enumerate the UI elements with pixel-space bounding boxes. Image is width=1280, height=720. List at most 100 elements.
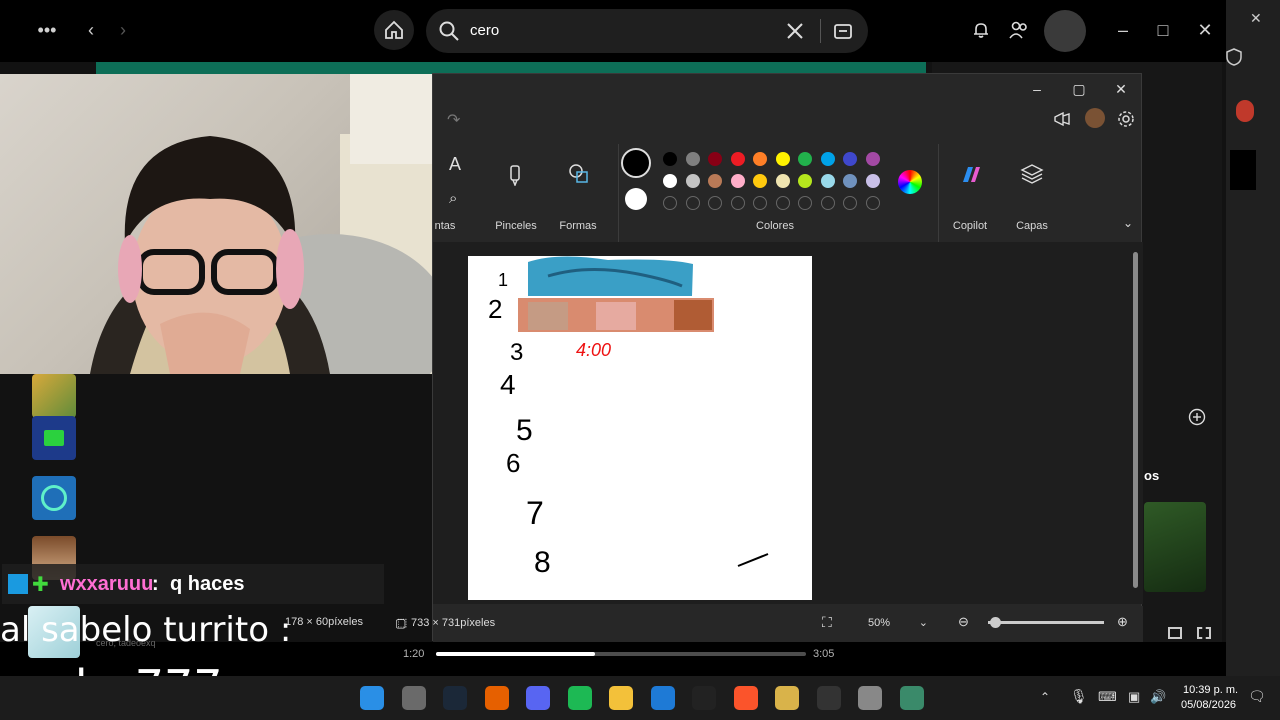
browser-globe-icon[interactable] xyxy=(899,686,924,710)
maximize-icon[interactable]: ▢ xyxy=(1059,76,1099,102)
color-swatch[interactable] xyxy=(685,174,700,188)
fit-screen-icon[interactable]: ⛶ xyxy=(822,614,832,631)
webcam-image xyxy=(90,74,432,374)
shield-icon[interactable] xyxy=(1226,48,1242,66)
notifications-icon[interactable]: 🗨 xyxy=(1248,688,1266,705)
zoom-in-icon[interactable]: ⊕ xyxy=(1117,614,1128,630)
empty-color-slot[interactable] xyxy=(798,196,812,210)
firefox-icon[interactable] xyxy=(484,686,509,710)
minimize-icon[interactable]: – xyxy=(1017,76,1057,102)
color-picker-icon[interactable] xyxy=(898,170,922,194)
back-icon[interactable]: ‹ xyxy=(78,15,104,45)
progress-bar[interactable] xyxy=(436,652,806,656)
zoom-tool-icon[interactable]: ⌕ xyxy=(449,190,457,207)
time-elapsed: 1:20 xyxy=(403,648,425,660)
empty-color-slot[interactable] xyxy=(685,196,700,210)
friends-icon[interactable] xyxy=(1008,20,1030,40)
more-icon[interactable]: ••• xyxy=(32,15,62,45)
keyboard-icon[interactable]: ⌨ xyxy=(1098,689,1117,705)
notification-badge[interactable] xyxy=(1236,100,1254,122)
empty-color-slot[interactable] xyxy=(730,196,745,210)
browse-icon[interactable] xyxy=(832,20,854,42)
color-swatch[interactable] xyxy=(843,152,857,166)
winrar-icon[interactable] xyxy=(775,686,799,710)
miniplayer-icon[interactable] xyxy=(1168,627,1182,639)
search-input[interactable]: cero xyxy=(426,9,868,53)
color-swatch[interactable] xyxy=(798,152,812,166)
color-swatch[interactable] xyxy=(753,152,767,166)
color-swatch[interactable] xyxy=(820,152,835,166)
text-tool-icon[interactable]: A xyxy=(449,154,461,175)
close-icon[interactable]: ✕ xyxy=(1101,76,1141,102)
empty-color-slot[interactable] xyxy=(663,196,677,210)
empty-color-slot[interactable] xyxy=(820,196,835,210)
zoom-slider[interactable] xyxy=(988,617,1104,628)
panel-thumbnail[interactable] xyxy=(1144,502,1206,592)
color-swatch[interactable] xyxy=(663,174,677,188)
file-explorer-icon[interactable] xyxy=(609,686,633,710)
windows-start-icon[interactable] xyxy=(360,686,384,710)
user-avatar[interactable] xyxy=(1044,10,1086,52)
color-swatch[interactable] xyxy=(685,152,700,166)
forward-icon[interactable]: › xyxy=(110,15,136,45)
home-button[interactable] xyxy=(374,10,414,50)
minimize-icon[interactable]: – xyxy=(1108,15,1138,45)
secondary-color[interactable] xyxy=(625,188,647,210)
primary-color[interactable] xyxy=(621,148,651,178)
chevron-down-icon[interactable]: ⌄ xyxy=(1123,216,1133,230)
vertical-scrollbar[interactable] xyxy=(1133,252,1138,588)
empty-color-slot[interactable] xyxy=(775,196,790,210)
library-tile[interactable] xyxy=(32,416,76,460)
steam-icon[interactable] xyxy=(443,686,467,710)
color-swatch[interactable] xyxy=(663,152,677,166)
color-swatch[interactable] xyxy=(775,174,790,188)
close-icon[interactable]: ✕ xyxy=(1190,15,1220,45)
epic-games-icon[interactable] xyxy=(692,686,716,710)
selection-size: 178 × 60píxeles xyxy=(285,616,363,628)
color-swatch[interactable] xyxy=(753,174,767,188)
empty-color-slot[interactable] xyxy=(865,196,880,210)
fullscreen-icon[interactable] xyxy=(1197,627,1211,639)
brave-icon[interactable] xyxy=(733,686,758,710)
audio-analyzer-icon[interactable] xyxy=(816,686,841,710)
bell-icon[interactable] xyxy=(971,20,991,40)
rocket-league-icon[interactable] xyxy=(650,686,675,710)
spotify-icon[interactable] xyxy=(567,686,592,710)
color-swatch[interactable] xyxy=(730,174,745,188)
color-swatch[interactable] xyxy=(865,152,880,166)
library-tile[interactable] xyxy=(32,476,76,520)
color-swatch[interactable] xyxy=(820,174,835,188)
color-swatch[interactable] xyxy=(798,174,812,188)
color-swatch[interactable] xyxy=(843,174,857,188)
color-swatch[interactable] xyxy=(730,152,745,166)
zoom-select[interactable]: 50% ⌄ xyxy=(858,612,938,634)
zoom-slider-handle[interactable] xyxy=(990,617,1001,628)
network-icon[interactable]: ▣ xyxy=(1128,689,1140,705)
close-icon[interactable]: ✕ xyxy=(1250,10,1262,27)
empty-color-slot[interactable] xyxy=(753,196,767,210)
obs-icon[interactable] xyxy=(401,686,426,710)
microphone-icon[interactable]: 🎙 xyxy=(1070,688,1088,705)
clock-time[interactable]: 10:39 p. m. xyxy=(1183,684,1238,696)
discord-icon[interactable] xyxy=(526,686,550,710)
empty-color-slot[interactable] xyxy=(843,196,857,210)
library-tile[interactable] xyxy=(32,374,76,418)
color-swatch[interactable] xyxy=(775,152,790,166)
color-swatch[interactable] xyxy=(708,152,722,166)
clock-date[interactable]: 05/08/2026 xyxy=(1181,699,1236,711)
color-swatch[interactable] xyxy=(865,174,880,188)
settings-icon[interactable] xyxy=(858,686,882,710)
volume-icon[interactable]: 🔊 xyxy=(1150,689,1166,705)
empty-color-slot[interactable] xyxy=(708,196,722,210)
copilot-icon[interactable] xyxy=(959,164,983,186)
add-icon[interactable] xyxy=(1188,408,1206,426)
layers-icon[interactable] xyxy=(1020,162,1044,186)
maximize-icon[interactable]: □ xyxy=(1148,15,1178,45)
drawing-canvas[interactable]: 4:00 1 2 3 4 5 6 7 8 xyxy=(468,256,812,600)
zoom-out-icon[interactable]: ⊖ xyxy=(958,614,969,630)
clear-icon[interactable] xyxy=(786,22,804,40)
brush-icon[interactable] xyxy=(507,164,523,186)
chevron-up-icon[interactable]: ⌃ xyxy=(1040,690,1050,704)
shapes-icon[interactable] xyxy=(567,162,591,186)
color-swatch[interactable] xyxy=(708,174,722,188)
